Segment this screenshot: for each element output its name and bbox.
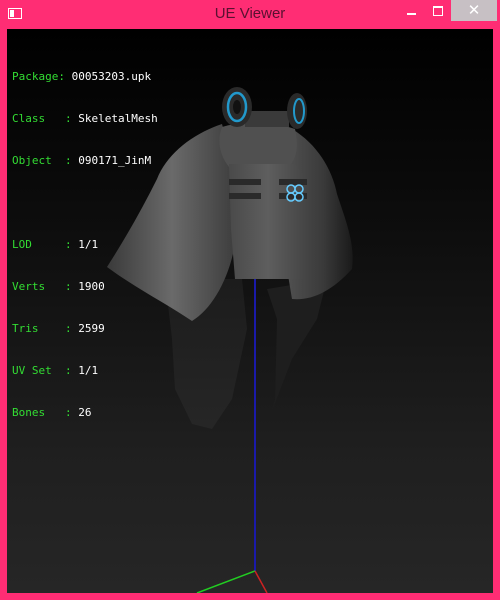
close-button[interactable]: ✕ bbox=[451, 0, 497, 21]
ue-viewer-window: UE Viewer ✕ Package: 00053203.upk Class … bbox=[0, 0, 500, 600]
info-class: Class : SkeletalMesh bbox=[12, 112, 158, 125]
title-bar[interactable]: UE Viewer ✕ bbox=[0, 0, 500, 29]
headphone-left bbox=[222, 87, 252, 127]
info-package: Package: 00053203.upk bbox=[12, 70, 152, 83]
headphone-right bbox=[287, 93, 307, 129]
info-uvset: UV Set : 1/1 bbox=[12, 364, 99, 377]
close-icon: ✕ bbox=[467, 1, 481, 19]
axis-y bbox=[196, 570, 256, 593]
info-verts: Verts : 1900 bbox=[12, 280, 105, 293]
info-tris: Tris : 2599 bbox=[12, 322, 105, 335]
neck-band bbox=[245, 111, 289, 127]
mesh-info-overlay: Package: 00053203.upk Class : SkeletalMe… bbox=[12, 42, 158, 448]
cape-inner-right bbox=[267, 279, 327, 419]
info-spacer bbox=[12, 196, 158, 210]
info-bones: Bones : 26 bbox=[12, 406, 92, 419]
3d-viewport[interactable]: Package: 00053203.upk Class : SkeletalMe… bbox=[7, 29, 493, 593]
minimize-icon[interactable] bbox=[399, 0, 425, 21]
info-lod: LOD : 1/1 bbox=[12, 238, 99, 251]
axis-x bbox=[254, 570, 268, 593]
info-object: Object : 090171_JinM bbox=[12, 154, 152, 167]
maximize-icon[interactable] bbox=[425, 0, 451, 21]
